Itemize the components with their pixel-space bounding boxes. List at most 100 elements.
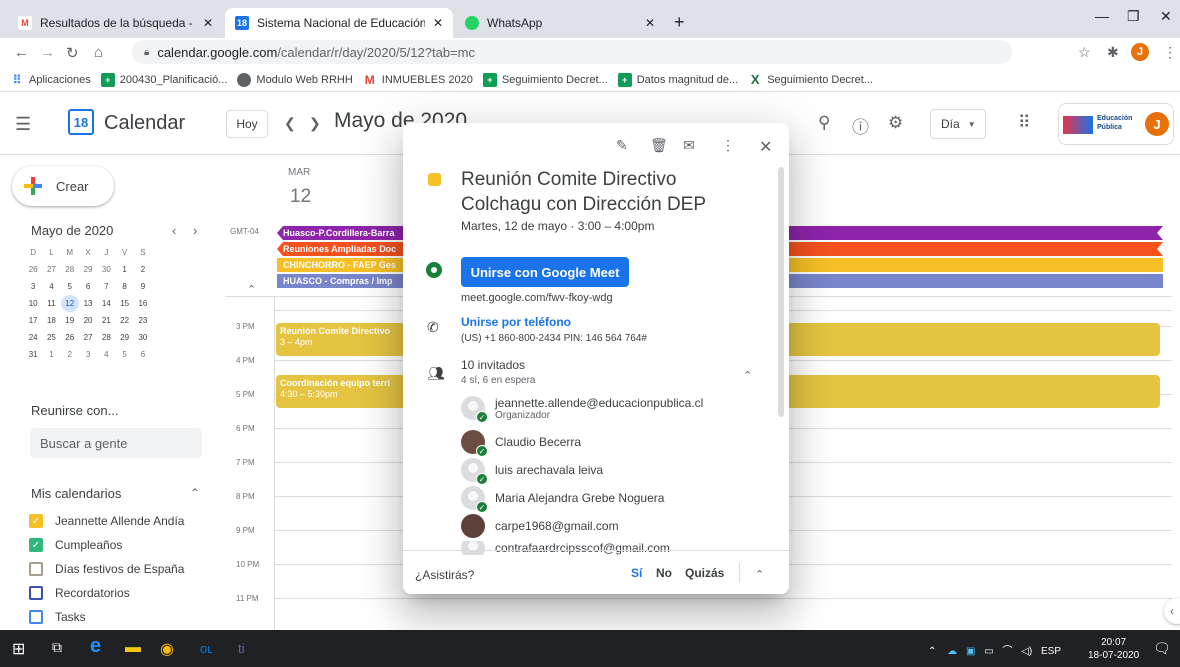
delete-trash-icon[interactable]: 🗑︎ xyxy=(650,137,668,154)
file-explorer-icon[interactable]: ▬ xyxy=(125,639,141,657)
calendar-checkbox[interactable] xyxy=(29,610,43,624)
mini-day[interactable]: 17 xyxy=(24,312,42,329)
mini-day[interactable]: 12 xyxy=(60,295,79,312)
windows-start-icon[interactable]: ⊞ xyxy=(12,639,25,659)
calendar-checkbox[interactable] xyxy=(29,562,43,576)
mini-day[interactable]: 18 xyxy=(42,312,60,329)
forward-icon[interactable]: → xyxy=(40,44,55,61)
mini-day[interactable]: 29 xyxy=(79,261,97,278)
mini-day[interactable]: 4 xyxy=(97,346,115,363)
calendar-checkbox[interactable] xyxy=(29,586,43,600)
mini-day[interactable]: 3 xyxy=(24,278,42,295)
calendar-item[interactable]: Tasks xyxy=(29,608,86,626)
home-icon[interactable]: ⌂ xyxy=(94,44,103,61)
language-indicator[interactable]: ESP xyxy=(1041,646,1061,657)
onedrive-icon[interactable]: ☁ xyxy=(947,646,957,657)
mini-day[interactable]: 15 xyxy=(115,295,133,312)
mini-day[interactable]: 1 xyxy=(42,346,60,363)
guest-row[interactable]: ✓ Maria Alejandra Grebe Noguera xyxy=(461,485,664,513)
tab-calendar[interactable]: 18 Sistema Nacional de Educación P ✕ xyxy=(225,8,453,38)
mini-day[interactable]: 30 xyxy=(134,329,152,346)
rsvp-expand-icon[interactable]: ⌃ xyxy=(755,568,764,581)
search-people-input[interactable]: Buscar a gente xyxy=(30,428,202,458)
org-account-chip[interactable]: Educación Pública J xyxy=(1058,103,1174,145)
account-avatar[interactable]: J xyxy=(1145,112,1169,136)
join-by-phone-link[interactable]: Unirse por teléfono xyxy=(461,315,571,329)
mini-day[interactable]: 7 xyxy=(97,278,115,295)
tab-gmail[interactable]: M Resultados de la búsqueda - jean ✕ xyxy=(8,8,223,38)
next-day-icon[interactable]: ❯ xyxy=(309,115,321,132)
help-icon[interactable]: ⓘ xyxy=(852,113,869,138)
close-tab-icon[interactable]: ✕ xyxy=(645,16,655,30)
calendar-item[interactable]: Días festivos de España xyxy=(29,560,184,578)
close-tab-icon[interactable]: ✕ xyxy=(203,16,213,30)
chevron-up-icon[interactable]: ⌃ xyxy=(190,486,200,500)
mini-day[interactable]: 27 xyxy=(42,261,60,278)
mini-day[interactable]: 8 xyxy=(115,278,133,295)
mini-day[interactable]: 10 xyxy=(24,295,42,312)
outlook-icon[interactable]: oʟ xyxy=(200,641,212,656)
mini-day[interactable]: 30 xyxy=(97,261,115,278)
tray-expand-icon[interactable]: ⌃ xyxy=(928,646,936,657)
mini-day[interactable]: 23 xyxy=(134,312,152,329)
mini-prev-icon[interactable]: ‹ xyxy=(172,223,176,238)
mini-day[interactable]: 4 xyxy=(42,278,60,295)
mini-day[interactable]: 5 xyxy=(115,346,133,363)
collapse-guests-icon[interactable]: ⌃ xyxy=(743,369,752,382)
calendar-checkbox[interactable]: ✓ xyxy=(29,538,43,552)
mini-day[interactable]: 22 xyxy=(115,312,133,329)
more-options-icon[interactable]: ⋮ xyxy=(721,137,735,154)
profile-avatar[interactable]: J xyxy=(1131,43,1149,61)
url-field[interactable]: 🔒︎ calendar.google.com/calendar/r/day/20… xyxy=(132,40,1012,64)
collapse-allday-icon[interactable]: ⌃ xyxy=(247,283,256,296)
wifi-icon[interactable]: ⌒ xyxy=(1002,646,1012,657)
bookmark-item[interactable]: M INMUEBLES 2020 xyxy=(363,73,473,87)
rsvp-maybe-button[interactable]: Quizás xyxy=(685,566,724,580)
edge-icon[interactable]: e xyxy=(90,635,101,658)
calendar-item[interactable]: ✓ Jeannette Allende Andía xyxy=(29,512,184,530)
mini-day[interactable]: 16 xyxy=(134,295,152,312)
create-button[interactable]: Crear xyxy=(12,166,114,206)
mini-day[interactable]: 24 xyxy=(24,329,42,346)
mini-day[interactable]: 29 xyxy=(115,329,133,346)
more-menu-icon[interactable]: ⋮ xyxy=(1163,44,1177,61)
guest-row[interactable]: ✓ Claudio Becerra xyxy=(461,429,581,457)
mini-day[interactable]: 2 xyxy=(61,346,79,363)
email-guests-icon[interactable]: ✉ xyxy=(683,137,695,154)
mini-day[interactable]: 31 xyxy=(24,346,42,363)
battery-icon[interactable]: ▭ xyxy=(984,646,993,657)
prev-day-icon[interactable]: ❮ xyxy=(284,115,296,132)
bookmark-item[interactable]: X Seguimiento Decret... xyxy=(748,72,873,87)
mini-day[interactable]: 6 xyxy=(79,278,97,295)
mini-day[interactable]: 26 xyxy=(24,261,42,278)
mini-day[interactable]: 6 xyxy=(134,346,152,363)
notifications-icon[interactable]: 🗨︎ xyxy=(1153,640,1171,657)
mini-day[interactable]: 25 xyxy=(42,329,60,346)
mini-day[interactable]: 14 xyxy=(97,295,115,312)
minimize-icon[interactable]: — xyxy=(1095,8,1109,24)
mini-day[interactable]: 11 xyxy=(42,295,60,312)
day-number[interactable]: 12 xyxy=(290,186,311,208)
guest-row[interactable]: ✓ jeannette.allende@educacionpublica.cl Or… xyxy=(461,395,703,423)
rsvp-yes-button[interactable]: Sí xyxy=(631,566,642,580)
mini-day[interactable]: 20 xyxy=(79,312,97,329)
edit-pencil-icon[interactable]: ✎ xyxy=(616,137,628,154)
mini-day[interactable]: 28 xyxy=(61,261,79,278)
tab-whatsapp[interactable]: WhatsApp ✕ xyxy=(455,8,665,38)
task-view-icon[interactable]: ⧉ xyxy=(52,639,62,656)
close-popup-icon[interactable]: ✕ xyxy=(759,137,772,157)
tray-app-icon[interactable]: ▣ xyxy=(966,646,975,657)
bookmark-item[interactable]: Modulo Web RRHH xyxy=(237,72,353,87)
my-calendars-heading[interactable]: Mis calendarios xyxy=(31,486,121,501)
mini-day[interactable]: 26 xyxy=(61,329,79,346)
mini-day[interactable]: 3 xyxy=(79,346,97,363)
google-apps-icon[interactable]: ⠿ xyxy=(1018,113,1030,133)
side-panel-toggle-icon[interactable]: ‹ xyxy=(1164,598,1180,624)
new-tab-icon[interactable]: + xyxy=(674,12,685,33)
popup-scrollbar[interactable] xyxy=(778,167,784,417)
chrome-icon[interactable]: ◉ xyxy=(160,639,174,659)
extensions-icon[interactable]: ✱ xyxy=(1107,44,1119,61)
guest-row[interactable]: ✓ luis arechavala leiva xyxy=(461,457,603,485)
mini-day[interactable]: 28 xyxy=(97,329,115,346)
mini-day[interactable]: 5 xyxy=(61,278,79,295)
